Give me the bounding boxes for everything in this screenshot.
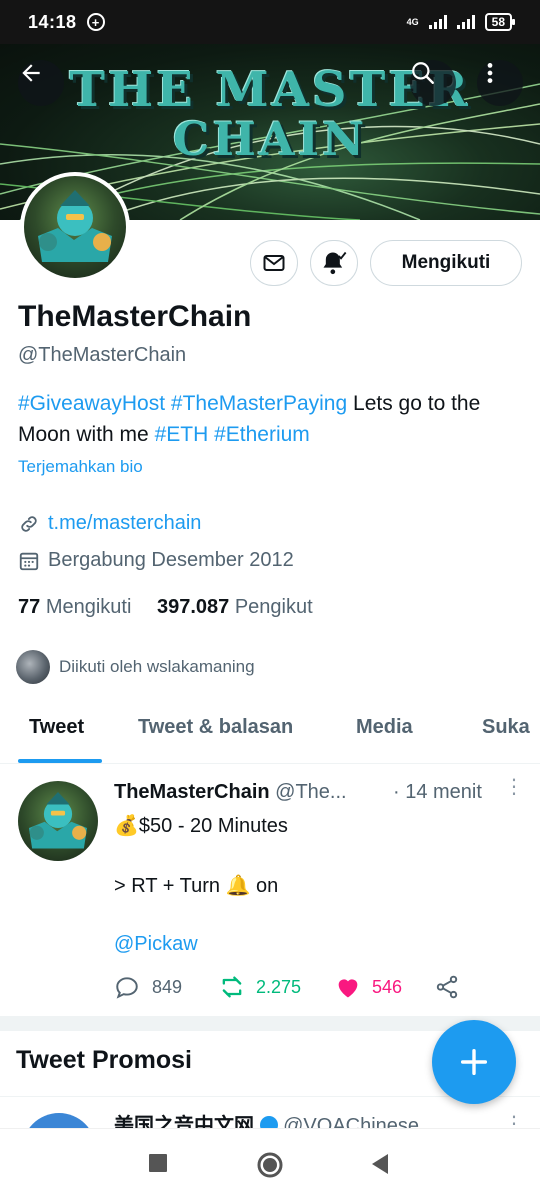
promoted-avatar[interactable] (22, 1113, 96, 1129)
joined-date: Bergabung Desember 2012 (48, 549, 294, 571)
status-right: 4G 58 (406, 13, 516, 31)
share-icon (436, 975, 458, 999)
following-button[interactable]: Mengikuti (370, 240, 522, 286)
arrow-left-icon (22, 64, 40, 82)
tweet-actions: 849 2.275 546 (114, 973, 460, 1001)
tweet-time: · 14 menit (393, 781, 482, 803)
hashtag-link[interactable]: #TheMasterPaying (171, 392, 347, 415)
banner-title-line1: THE MASTER (69, 62, 471, 118)
notifications-button[interactable] (310, 240, 358, 286)
circle-home-icon (257, 1152, 283, 1178)
calendar-icon (18, 550, 40, 572)
plus-icon (460, 1048, 488, 1076)
recents-button[interactable] (148, 1153, 168, 1178)
promoted-tweet-item[interactable]: 美国之音中文网 @VOAChinese ⋮ (0, 1097, 540, 1129)
avatar-illustration (38, 190, 112, 262)
tweet-author-handle: @The... (275, 781, 347, 803)
banner-title-line2: CHAIN (172, 112, 368, 166)
envelope-icon (263, 255, 285, 271)
search-button[interactable] (410, 60, 456, 106)
profile-handle: @TheMasterChain (18, 344, 187, 366)
tab-likes[interactable]: Suka (482, 716, 530, 739)
tweet-text-line: 💰$50 - 20 Minutes (114, 815, 288, 837)
home-button[interactable] (256, 1151, 284, 1184)
bio-text: Moon with me (18, 423, 149, 446)
follow-stats: 77 Mengikuti 397.087 Pengikut (18, 596, 313, 619)
followers-label: Pengikut (234, 596, 313, 618)
followed-by-text: Diikuti oleh wslakamaning (59, 657, 255, 676)
tab-tweets-replies[interactable]: Tweet & balasan (138, 716, 293, 739)
profile-avatar[interactable] (20, 172, 130, 282)
square-icon (149, 1154, 167, 1172)
back-nav-button[interactable] (370, 1153, 390, 1180)
retweet-count: 2.275 (256, 976, 302, 997)
network-label: 4G (406, 16, 419, 27)
tweet-avatar[interactable] (18, 781, 98, 861)
battery-icon: 58 (484, 13, 516, 31)
status-time: 14:18 (28, 11, 77, 32)
status-bar: 14:18 + 4G 58 (0, 0, 540, 44)
tweet-text-line: > RT + Turn 🔔 on (114, 875, 279, 897)
avatar-illustration (28, 791, 88, 849)
profile-website-link[interactable]: t.me/masterchain (48, 512, 201, 535)
following-label: Mengikuti (45, 596, 132, 618)
tweet-header: TheMasterChain @The... (114, 781, 347, 804)
tweet-more-icon[interactable]: ⋮ (504, 777, 524, 797)
promoted-author: 美国之音中文网 @VOAChinese (114, 1109, 419, 1129)
hashtag-link[interactable]: #Etherium (214, 423, 310, 446)
like-button[interactable]: 546 (334, 973, 434, 1001)
profile-bio: #GiveawayHost #TheMasterPaying Lets go t… (18, 388, 528, 450)
system-navigation-bar (0, 1128, 540, 1200)
hashtag-link[interactable]: #GiveawayHost (18, 392, 165, 415)
followers-stat[interactable]: 397.087 Pengikut (157, 596, 313, 618)
tweet-author-name[interactable]: TheMasterChain (114, 781, 270, 803)
triangle-back-icon (372, 1154, 388, 1174)
bio-text: Lets go to the (353, 392, 481, 415)
promoted-more-icon[interactable]: ⋮ (504, 1111, 524, 1129)
tab-media[interactable]: Media (356, 716, 413, 739)
heart-icon (338, 979, 358, 998)
signal-icon (428, 15, 447, 29)
reply-count: 849 (152, 976, 183, 997)
tweet-item[interactable]: TheMasterChain @The... · 14 menit ⋮ 💰$50… (0, 765, 540, 1017)
promoted-author-name[interactable]: 美国之音中文网 (114, 1115, 254, 1129)
search-icon (412, 62, 434, 84)
active-tab-indicator (18, 759, 102, 763)
signal-icon-2 (456, 15, 475, 29)
profile-tabs: Tweet Tweet & balasan Media Suka (0, 700, 540, 764)
retweet-button[interactable]: 2.275 (218, 973, 334, 1001)
more-options-button[interactable] (477, 60, 523, 106)
bell-check-icon (323, 251, 347, 275)
joined-row: Bergabung Desember 2012 (18, 549, 294, 572)
promoted-author-handle: @VOAChinese (283, 1115, 420, 1129)
translate-bio-link[interactable]: Terjemahkan bio (18, 457, 143, 477)
tweet-mention-link[interactable]: @Pickaw (114, 933, 198, 956)
followers-count: 397.087 (156, 596, 230, 618)
like-count: 546 (372, 976, 403, 997)
promoted-tweets-title: Tweet Promosi (16, 1046, 192, 1074)
message-button[interactable] (250, 240, 298, 286)
back-button[interactable] (18, 60, 64, 106)
profile-name: TheMasterChain (18, 300, 252, 333)
link-icon (18, 513, 40, 535)
retweet-icon (222, 976, 242, 998)
followed-by-row[interactable]: Diikuti oleh wslakamaning (16, 650, 255, 684)
tab-tweets[interactable]: Tweet (29, 716, 84, 739)
follower-avatar (16, 650, 50, 684)
profile-link-row: t.me/masterchain (18, 512, 201, 535)
following-stat[interactable]: 77 Mengikuti (18, 596, 131, 618)
share-button[interactable] (434, 974, 460, 1000)
following-count: 77 (18, 596, 41, 618)
more-vertical-icon (487, 63, 493, 83)
compose-tweet-button[interactable] (432, 1020, 516, 1104)
reply-button[interactable]: 849 (114, 974, 218, 1000)
hashtag-link[interactable]: #ETH (155, 423, 209, 446)
data-saver-icon: + (86, 13, 105, 31)
reply-icon (116, 977, 138, 999)
